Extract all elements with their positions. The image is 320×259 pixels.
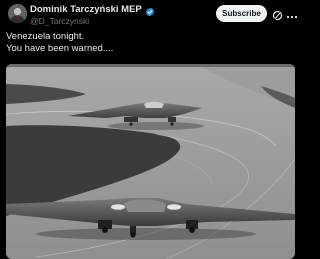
tweet-media-photo[interactable] (6, 64, 295, 259)
grok-icon[interactable] (272, 8, 283, 21)
tweet-text: Venezuela tonight. You have been warned.… (6, 31, 292, 55)
tweet-header: Dominik Tarczyński MEP @D_Tarczynski Sub… (0, 0, 300, 28)
subscribe-button[interactable]: Subscribe (216, 5, 267, 22)
verified-badge-icon (145, 4, 155, 17)
avatar[interactable] (8, 4, 27, 23)
author-display-name[interactable]: Dominik Tarczyński MEP (30, 4, 142, 15)
tweet-text-line-1: Venezuela tonight. (6, 31, 85, 42)
author-info: Dominik Tarczyński MEP @D_Tarczynski (30, 3, 210, 26)
author-handle[interactable]: @D_Tarczynski (30, 16, 210, 26)
tweet-text-line-2: You have been warned.... (6, 43, 114, 54)
tweet: Dominik Tarczyński MEP @D_Tarczynski Sub… (0, 0, 300, 259)
more-options-icon[interactable] (286, 9, 298, 19)
